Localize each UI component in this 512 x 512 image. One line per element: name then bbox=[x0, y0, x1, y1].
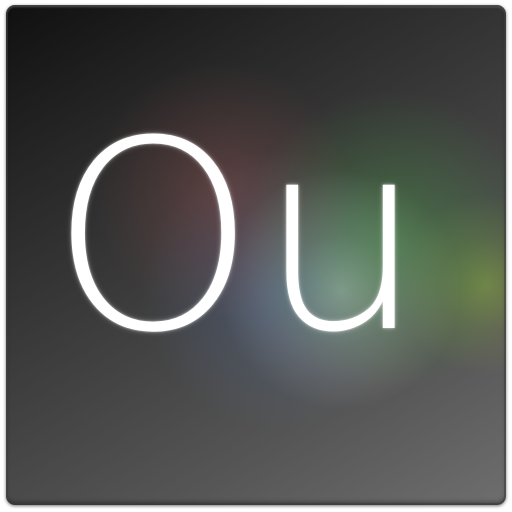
app-icon[interactable]: Ou bbox=[6, 5, 506, 505]
icon-label: Ou bbox=[50, 85, 427, 390]
